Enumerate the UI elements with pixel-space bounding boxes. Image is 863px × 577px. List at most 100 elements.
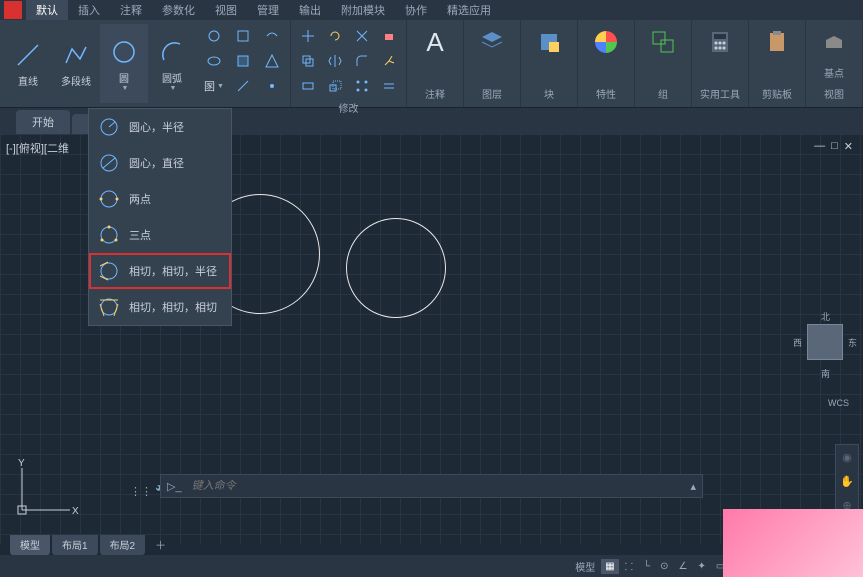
circle-ttt-icon xyxy=(97,295,121,319)
stretch-button[interactable] xyxy=(295,74,321,98)
copy-button[interactable] xyxy=(295,49,321,73)
text-button[interactable]: A xyxy=(411,24,459,60)
view-panel-label: 视图 xyxy=(810,84,858,103)
menu-tab-manage[interactable]: 管理 xyxy=(247,0,289,20)
menu-item-label: 两点 xyxy=(129,191,151,207)
layout-tabs: 模型 布局1 布局2 ＋ xyxy=(10,535,174,555)
tools-button[interactable] xyxy=(696,24,744,60)
properties-button[interactable] xyxy=(582,24,630,60)
blocks-button[interactable] xyxy=(525,24,573,60)
ribbon: 直线 多段线 圆 ▼ 圆弧 ▼ 圂▼ xyxy=(0,20,863,108)
circle-3points-icon xyxy=(97,223,121,247)
draw-small-6[interactable] xyxy=(258,49,286,73)
command-input[interactable] xyxy=(188,480,685,492)
viewport-min-button[interactable]: — xyxy=(814,140,825,153)
doc-tab-start[interactable]: 开始 xyxy=(16,110,70,134)
draw-small-7[interactable]: 圂▼ xyxy=(200,74,228,98)
offset-button[interactable] xyxy=(376,74,402,98)
status-model-button[interactable]: 模型 xyxy=(571,557,599,576)
move-button[interactable] xyxy=(295,24,321,48)
cmd-expand-button[interactable]: ▴ xyxy=(684,480,702,493)
scale-button[interactable] xyxy=(322,74,348,98)
status-snap-button[interactable]: ⸬ xyxy=(621,557,637,575)
status-polar-button[interactable]: ⊙ xyxy=(656,559,672,574)
arc-label: 圆弧 xyxy=(162,70,182,85)
draw-small-5[interactable] xyxy=(229,49,257,73)
menu-tab-parametric[interactable]: 参数化 xyxy=(152,0,205,20)
status-osnap-button[interactable]: ✦ xyxy=(693,559,709,574)
menu-tab-view[interactable]: 视图 xyxy=(205,0,247,20)
draw-small-4[interactable] xyxy=(200,49,228,73)
menu-tab-collaborate[interactable]: 协作 xyxy=(395,0,437,20)
menu-tab-annotate[interactable]: 注释 xyxy=(110,0,152,20)
calculator-icon xyxy=(704,26,736,58)
layout-tab-2[interactable]: 布局2 xyxy=(100,535,146,555)
viewport-controls: — □ ✕ xyxy=(814,140,853,153)
circle-button[interactable]: 圆 ▼ xyxy=(100,24,148,103)
polyline-button[interactable]: 多段线 xyxy=(52,24,100,103)
properties-panel-label: 特性 xyxy=(582,84,630,103)
ucs-y-label: Y xyxy=(18,458,25,469)
blocks-panel-label: 块 xyxy=(525,84,573,103)
view-cube[interactable]: 北 东 南 西 xyxy=(797,314,853,394)
arc-button[interactable]: 圆弧 ▼ xyxy=(148,24,196,103)
modify-panel-label: 修改 xyxy=(295,98,402,117)
draw-small-1[interactable] xyxy=(200,24,228,48)
circle-tan-tan-radius[interactable]: 相切，相切，半径 xyxy=(89,253,231,289)
circle-3points[interactable]: 三点 xyxy=(89,217,231,253)
pan-button[interactable]: ✋ xyxy=(836,469,858,493)
steering-wheel-button[interactable]: ◉ xyxy=(836,445,858,469)
line-button[interactable]: 直线 xyxy=(4,24,52,103)
circle-center-radius-icon xyxy=(97,115,121,139)
circle-icon xyxy=(108,36,140,68)
viewport-close-button[interactable]: ✕ xyxy=(844,140,853,153)
layers-button[interactable] xyxy=(468,24,516,60)
circle-2points[interactable]: 两点 xyxy=(89,181,231,217)
explode-button[interactable] xyxy=(376,49,402,73)
base-button[interactable] xyxy=(810,24,858,60)
viewport-max-button[interactable]: □ xyxy=(831,140,838,153)
ribbon-group-tools: 实用工具 xyxy=(692,20,749,107)
layers-panel-label: 图层 xyxy=(468,84,516,103)
menu-tab-featured[interactable]: 精选应用 xyxy=(437,0,501,20)
draw-small-2[interactable] xyxy=(229,24,257,48)
draw-small-9[interactable] xyxy=(258,74,286,98)
add-layout-button[interactable]: ＋ xyxy=(147,535,174,555)
circle-center-radius[interactable]: 圆心，半径 xyxy=(89,109,231,145)
layout-tab-1[interactable]: 布局1 xyxy=(52,535,98,555)
command-line: ▷_ ▴ xyxy=(160,474,703,498)
wcs-label[interactable]: WCS xyxy=(828,398,849,408)
layout-tab-model[interactable]: 模型 xyxy=(10,535,50,555)
drawn-circle-2[interactable] xyxy=(346,218,446,318)
array-button[interactable] xyxy=(349,74,375,98)
menu-tab-default[interactable]: 默认 xyxy=(26,0,68,20)
trim-button[interactable] xyxy=(349,24,375,48)
draw-small-3[interactable] xyxy=(258,24,286,48)
circle-center-diameter[interactable]: 圆心，直径 xyxy=(89,145,231,181)
draw-small-8[interactable] xyxy=(229,74,257,98)
ribbon-group-properties: 特性 xyxy=(578,20,635,107)
menu-tab-addins[interactable]: 附加模块 xyxy=(331,0,395,20)
rotate-button[interactable] xyxy=(322,24,348,48)
groups-button[interactable] xyxy=(639,24,687,60)
status-grid-button[interactable]: ▦ xyxy=(601,559,618,574)
menu-tab-output[interactable]: 输出 xyxy=(289,0,331,20)
cmd-prompt-icon[interactable]: ▷_ xyxy=(161,480,188,493)
clipboard-button[interactable] xyxy=(753,24,801,60)
group-icon xyxy=(647,26,679,58)
fillet-button[interactable] xyxy=(349,49,375,73)
status-iso-button[interactable]: ∠ xyxy=(675,559,692,574)
base-icon xyxy=(818,26,850,58)
mirror-button[interactable] xyxy=(322,49,348,73)
polyline-label: 多段线 xyxy=(61,73,91,88)
ribbon-group-annotate: A 注释 xyxy=(407,20,464,107)
watermark-overlay xyxy=(723,509,863,577)
view-cube-face[interactable] xyxy=(807,324,843,360)
nav-north: 北 xyxy=(821,310,830,323)
erase-button[interactable] xyxy=(376,24,402,48)
menu-tab-insert[interactable]: 插入 xyxy=(68,0,110,20)
ucs-icon: Y X xyxy=(10,454,80,524)
status-ortho-button[interactable]: └ xyxy=(639,559,654,574)
circle-tan-tan-tan[interactable]: 相切，相切，相切 xyxy=(89,289,231,325)
groups-panel-label: 组 xyxy=(639,84,687,103)
